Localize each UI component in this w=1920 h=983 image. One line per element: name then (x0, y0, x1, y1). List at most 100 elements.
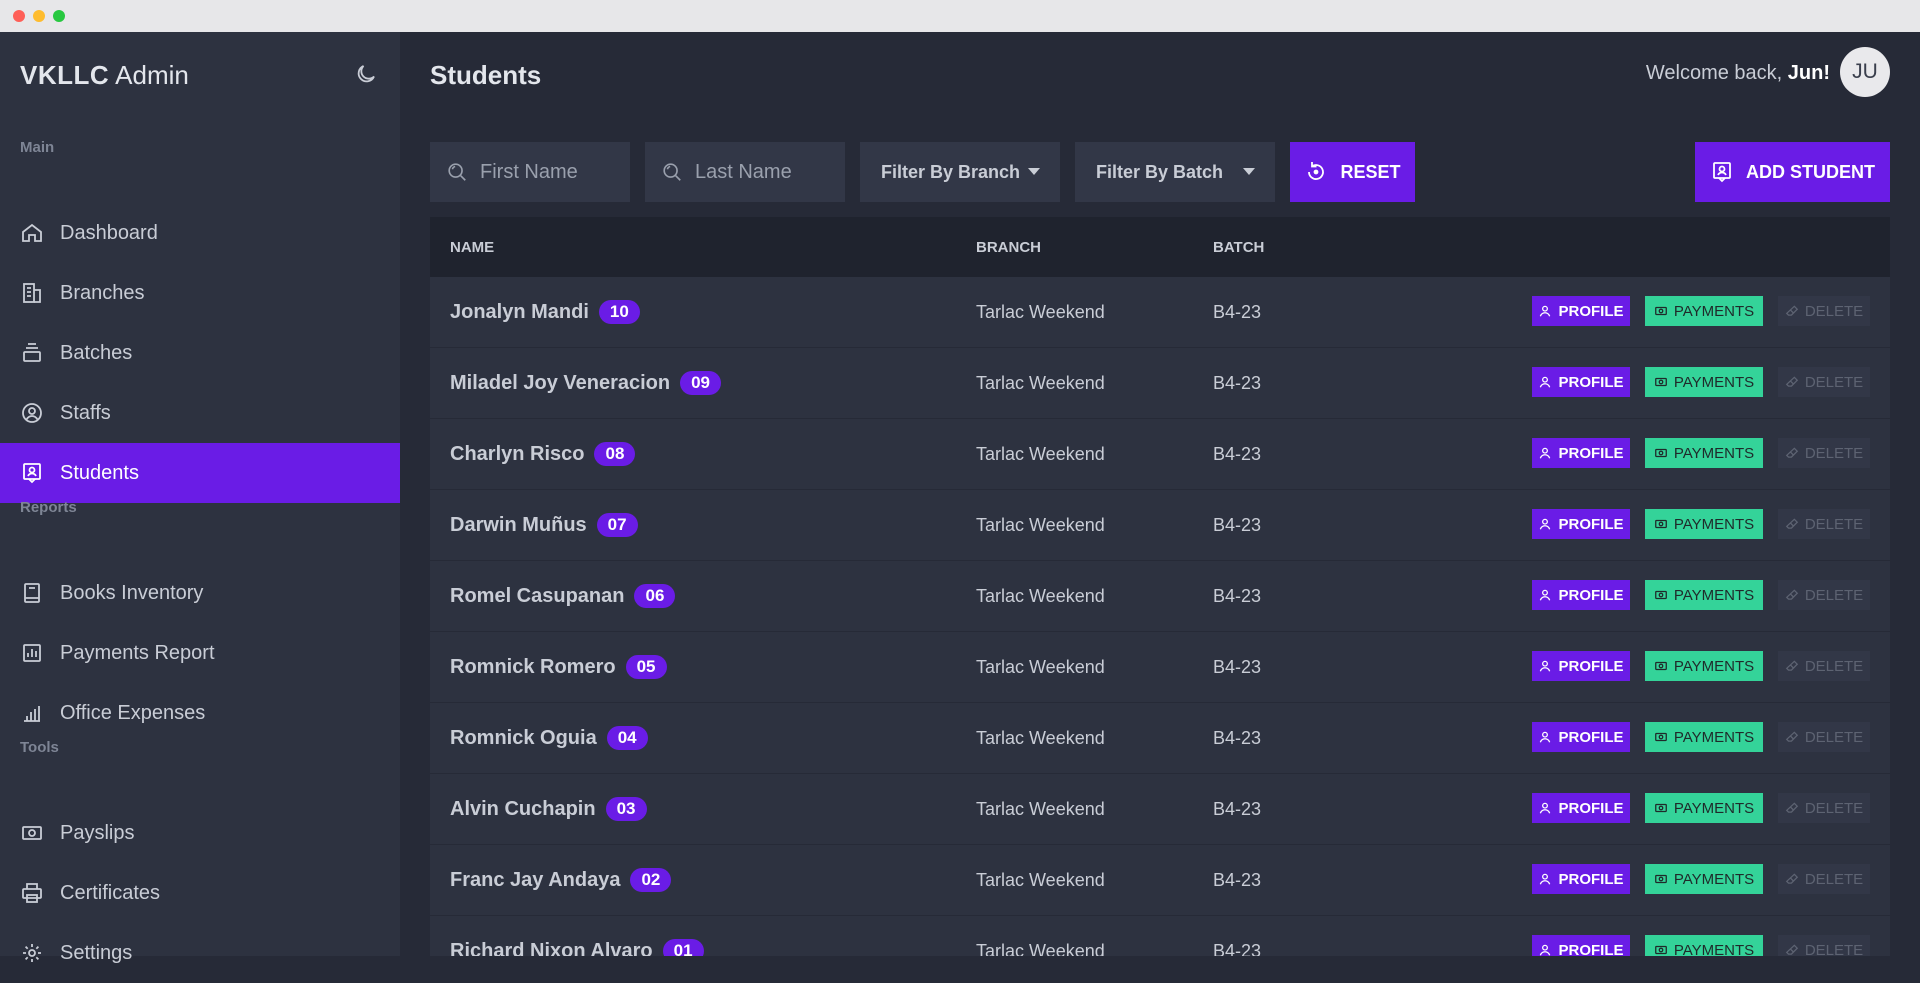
delete-label: DELETE (1804, 515, 1864, 533)
profile-label: PROFILE (1558, 799, 1624, 817)
sidebar-item-branches[interactable]: Branches (0, 263, 400, 323)
last-name-search-input[interactable]: Last Name (645, 142, 845, 202)
payments-label: PAYMENTS (1673, 444, 1755, 462)
profile-button[interactable]: PROFILE (1532, 935, 1630, 956)
eraser-icon (1785, 943, 1799, 956)
profile-button[interactable]: PROFILE (1532, 580, 1630, 610)
profile-button[interactable]: PROFILE (1532, 722, 1630, 752)
table-header: NAME BRANCH BATCH (430, 217, 1890, 277)
moon-icon[interactable] (354, 62, 378, 86)
profile-button[interactable]: PROFILE (1532, 864, 1630, 894)
profile-button[interactable]: PROFILE (1532, 651, 1630, 681)
search-icon (446, 161, 468, 183)
sidebar-item-label: Payments Report (60, 641, 215, 664)
delete-button[interactable]: DELETE (1778, 296, 1870, 326)
reset-button[interactable]: RESET (1290, 142, 1415, 202)
student-name[interactable]: Darwin Muñus (450, 514, 587, 537)
student-name[interactable]: Miladel Joy Veneracion (450, 372, 670, 395)
profile-button[interactable]: PROFILE (1532, 793, 1630, 823)
student-name-cell: Darwin Muñus 07 (450, 513, 638, 537)
sidebar-item-staffs[interactable]: Staffs (0, 383, 400, 443)
bar-chart-icon (20, 701, 44, 725)
app-brand[interactable]: VKLLC Admin (20, 60, 189, 91)
sidebar-item-label: Settings (60, 941, 133, 964)
payments-button[interactable]: PAYMENTS (1645, 651, 1763, 681)
student-name[interactable]: Romnick Oguia (450, 727, 597, 750)
delete-button[interactable]: DELETE (1778, 367, 1870, 397)
profile-button[interactable]: PROFILE (1532, 438, 1630, 468)
nav-section-tools: Tools (20, 739, 59, 756)
filter-batch-select[interactable]: Filter By Batch (1075, 142, 1275, 202)
stack-icon (20, 341, 44, 365)
student-name-cell: Romnick Oguia 04 (450, 726, 648, 750)
close-window-button[interactable] (13, 10, 25, 22)
profile-button[interactable]: PROFILE (1532, 367, 1630, 397)
student-name-cell: Romel Casupanan 06 (450, 584, 676, 608)
payments-button[interactable]: PAYMENTS (1645, 438, 1763, 468)
payments-button[interactable]: PAYMENTS (1645, 509, 1763, 539)
minimize-window-button[interactable] (33, 10, 45, 22)
sidebar-item-students[interactable]: Students (0, 443, 400, 503)
delete-button[interactable]: DELETE (1778, 793, 1870, 823)
delete-button[interactable]: DELETE (1778, 864, 1870, 894)
payments-button[interactable]: PAYMENTS (1645, 580, 1763, 610)
payments-button[interactable]: PAYMENTS (1645, 864, 1763, 894)
table-row: Alvin Cuchapin 03 Tarlac Weekend B4-23 PROFI… (430, 774, 1890, 845)
sidebar-item-dashboard[interactable]: Dashboard (0, 203, 400, 263)
payments-button[interactable]: PAYMENTS (1645, 935, 1763, 956)
window-titlebar (0, 0, 1920, 32)
branch-cell: Tarlac Weekend (976, 373, 1105, 393)
payments-button[interactable]: PAYMENTS (1645, 296, 1763, 326)
column-header-branch[interactable]: BRANCH (976, 239, 1041, 256)
student-name[interactable]: Franc Jay Andaya (450, 869, 620, 892)
student-name[interactable]: Charlyn Risco (450, 443, 584, 466)
payments-button[interactable]: PAYMENTS (1645, 793, 1763, 823)
brand-name: VKLLC (20, 60, 110, 90)
first-name-search-input[interactable]: First Name (430, 142, 630, 202)
sidebar-item-settings[interactable]: Settings (0, 923, 400, 983)
user-icon (1538, 659, 1552, 673)
sidebar-item-certificates[interactable]: Certificates (0, 863, 400, 923)
profile-button[interactable]: PROFILE (1532, 296, 1630, 326)
profile-button[interactable]: PROFILE (1532, 509, 1630, 539)
user-icon (1538, 304, 1552, 318)
maximize-window-button[interactable] (53, 10, 65, 22)
building-icon (20, 281, 44, 305)
payments-button[interactable]: PAYMENTS (1645, 367, 1763, 397)
delete-button[interactable]: DELETE (1778, 651, 1870, 681)
profile-label: PROFILE (1558, 515, 1624, 533)
sidebar-item-label: Students (60, 461, 139, 484)
sidebar-item-payments-report[interactable]: Payments Report (0, 623, 400, 683)
payments-button[interactable]: PAYMENTS (1645, 722, 1763, 752)
sidebar-item-payslips[interactable]: Payslips (0, 803, 400, 863)
column-header-batch[interactable]: BATCH (1213, 239, 1264, 256)
sidebar-item-books-inventory[interactable]: Books Inventory (0, 563, 400, 623)
student-name-cell: Alvin Cuchapin 03 (450, 797, 647, 821)
delete-button[interactable]: DELETE (1778, 438, 1870, 468)
delete-button[interactable]: DELETE (1778, 935, 1870, 956)
student-name[interactable]: Alvin Cuchapin (450, 798, 596, 821)
student-name-cell: Jonalyn Mandi 10 (450, 300, 640, 324)
table-row: Darwin Muñus 07 Tarlac Weekend B4-23 PROFILE… (430, 490, 1890, 561)
sidebar-item-office-expenses[interactable]: Office Expenses (0, 683, 400, 743)
student-name[interactable]: Jonalyn Mandi (450, 301, 589, 324)
cash-icon (20, 821, 44, 845)
table-row: Romnick Romero 05 Tarlac Weekend B4-23 PROFI… (430, 632, 1890, 703)
filter-branch-select[interactable]: Filter By Branch (860, 142, 1060, 202)
column-header-name[interactable]: NAME (450, 239, 494, 256)
sidebar-item-batches[interactable]: Batches (0, 323, 400, 383)
delete-button[interactable]: DELETE (1778, 580, 1870, 610)
sidebar-item-label: Certificates (60, 881, 161, 904)
avatar[interactable]: JU (1840, 47, 1890, 97)
cash-icon (1654, 588, 1668, 602)
payments-label: PAYMENTS (1673, 302, 1755, 320)
student-name[interactable]: Richard Nixon Alvaro (450, 940, 653, 957)
welcome-message: Welcome back, Jun! (1646, 62, 1830, 85)
delete-button[interactable]: DELETE (1778, 722, 1870, 752)
student-name[interactable]: Romel Casupanan (450, 585, 624, 608)
branch-cell: Tarlac Weekend (976, 870, 1105, 890)
student-name-cell: Richard Nixon Alvaro 01 (450, 939, 704, 956)
delete-button[interactable]: DELETE (1778, 509, 1870, 539)
student-name[interactable]: Romnick Romero (450, 656, 616, 679)
add-student-button[interactable]: ADD STUDENT (1695, 142, 1890, 202)
